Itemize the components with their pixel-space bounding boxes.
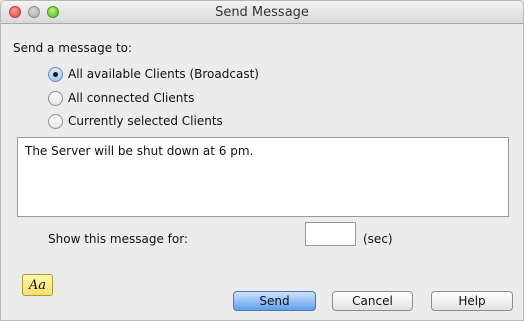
title-bar: Send Message — [1, 1, 523, 24]
send-button[interactable]: Send — [233, 291, 316, 311]
duration-unit-label: (sec) — [363, 232, 393, 246]
cancel-button[interactable]: Cancel — [332, 291, 413, 311]
send-message-dialog: Send Message Send a message to: All avai… — [0, 0, 524, 321]
radio-connected-label: All connected Clients — [68, 91, 195, 105]
font-button[interactable]: Aa — [22, 274, 53, 296]
radio-button-icon[interactable] — [48, 66, 63, 82]
recipients-label: Send a message to: — [13, 41, 133, 55]
help-button[interactable]: Help — [431, 291, 513, 311]
radio-button-icon[interactable] — [48, 90, 63, 106]
message-textarea[interactable]: The Server will be shut down at 6 pm. — [17, 137, 509, 217]
radio-selected-label: Currently selected Clients — [68, 114, 223, 128]
radio-selected[interactable]: Currently selected Clients — [48, 112, 223, 130]
radio-broadcast[interactable]: All available Clients (Broadcast) — [48, 65, 259, 83]
radio-broadcast-label: All available Clients (Broadcast) — [68, 67, 259, 81]
duration-input[interactable] — [305, 222, 356, 246]
duration-label: Show this message for: — [48, 232, 188, 246]
radio-button-icon[interactable] — [48, 113, 63, 129]
window-title: Send Message — [215, 5, 309, 20]
radio-connected[interactable]: All connected Clients — [48, 89, 194, 107]
